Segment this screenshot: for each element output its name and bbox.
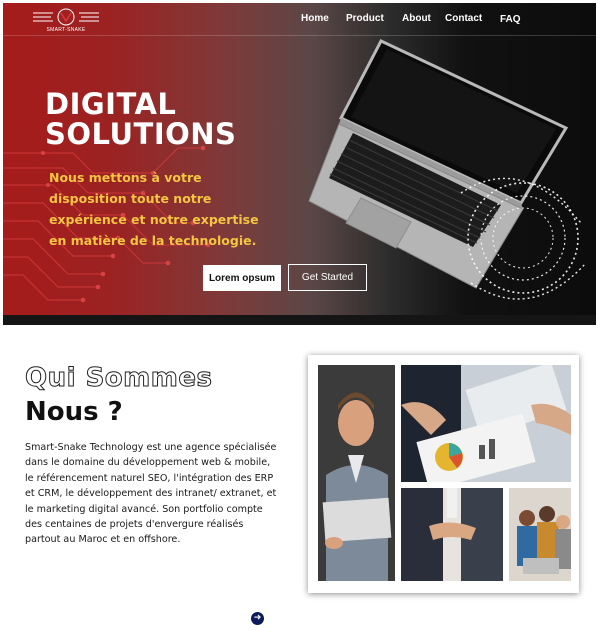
photo-handshake: [401, 488, 503, 581]
about-title-outline: Qui Sommes: [24, 363, 213, 394]
nav-home[interactable]: Home: [301, 13, 329, 24]
handshake-image: [401, 488, 503, 581]
arrow-right-icon[interactable]: ➜: [251, 612, 264, 625]
photo-collage: [308, 355, 579, 593]
lorem-opsum-button[interactable]: Lorem opsum: [203, 265, 281, 291]
businessman-image: [318, 365, 395, 581]
laptop-image: [308, 39, 587, 300]
hero-title: DIGITAL SOLUTIONS: [45, 89, 236, 149]
team-image: [509, 488, 571, 581]
hero-bottom-bar: [3, 315, 596, 325]
photo-team: [509, 488, 571, 581]
photo-businessman: [318, 365, 395, 581]
nav-contact[interactable]: Contact: [445, 13, 482, 24]
about-description: Smart-Snake Technology est une agence sp…: [25, 442, 277, 546]
hero-subtitle: Nous mettons à votre disposition toute n…: [49, 170, 259, 248]
hero-title-line1: DIGITAL: [45, 87, 177, 121]
hero-title-line2: SOLUTIONS: [45, 117, 237, 151]
nav-about[interactable]: About: [402, 13, 431, 24]
logo-text: SMART-SNAKE: [46, 27, 86, 33]
about-title-solid: Nous ?: [25, 397, 123, 427]
hero-section: SMART-SNAKE Home Product About Contact F…: [3, 3, 596, 315]
photo-analytics: [401, 365, 571, 482]
nav-faq[interactable]: FAQ: [500, 14, 521, 25]
main-nav: Home Product About Contact FAQ: [3, 13, 596, 27]
nav-product[interactable]: Product: [346, 13, 384, 24]
page: SMART-SNAKE Home Product About Contact F…: [3, 3, 596, 629]
analytics-image: [401, 365, 571, 482]
